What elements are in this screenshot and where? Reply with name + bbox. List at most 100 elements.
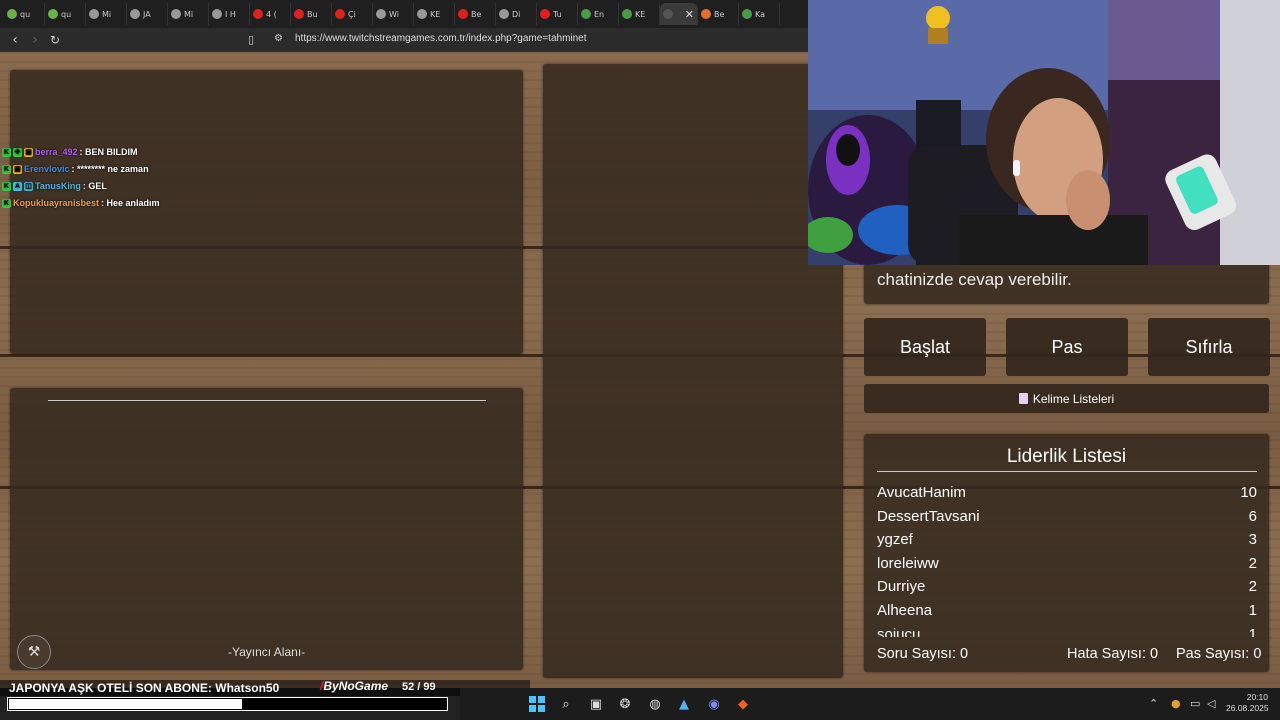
browser-tab[interactable]: I H	[209, 3, 250, 25]
tab-label: Wi	[389, 9, 399, 19]
player-score: 3	[1248, 531, 1257, 549]
tab-favicon-icon	[130, 9, 140, 19]
tab-favicon-icon	[540, 9, 550, 19]
player-name: Durriye	[877, 578, 926, 596]
windows-start-icon[interactable]	[528, 695, 546, 713]
word-lists-button[interactable]: Kelime Listeleri	[864, 384, 1269, 413]
player-score: 2	[1248, 554, 1257, 572]
gift-badge-icon: ◫	[24, 181, 33, 191]
tab-favicon-icon	[48, 9, 58, 19]
tab-favicon-icon	[294, 9, 304, 19]
kick-badge-icon: K	[2, 164, 11, 174]
browser-tab[interactable]: Be	[455, 3, 496, 25]
url-field[interactable]: https://www.twitchstreamgames.com.tr/ind…	[295, 33, 587, 44]
app-icon[interactable]: ◍	[646, 695, 664, 713]
leaderboard-row: soiucu 1	[877, 623, 1257, 637]
tab-favicon-icon	[701, 9, 711, 19]
reload-icon[interactable]: ↻	[45, 33, 65, 47]
tab-label: KE	[635, 9, 646, 19]
browser-tab[interactable]: Çi	[332, 3, 373, 25]
chat-text: : ******** ne zaman	[71, 164, 149, 174]
pass-count: Pas Sayısı: 0	[1176, 646, 1262, 662]
back-icon[interactable]: ‹	[5, 32, 25, 48]
browser-tab[interactable]: 4 (	[250, 3, 291, 25]
browser-tab[interactable]: qu	[4, 3, 45, 25]
browser-tab[interactable]: JA	[127, 3, 168, 25]
tab-label: Ka	[755, 9, 766, 19]
streamer-panel	[10, 388, 523, 670]
webcam-feed	[808, 0, 1280, 265]
browser-tab[interactable]: KE	[619, 3, 660, 25]
tab-label: Tu	[553, 9, 562, 19]
tab-favicon-icon	[499, 9, 509, 19]
browser-tab[interactable]: ✕	[660, 3, 698, 25]
system-clock[interactable]: 20:10 26.08.2025	[1226, 692, 1269, 714]
chevron-up-icon[interactable]: ⌃	[1149, 697, 1158, 710]
tab-favicon-icon	[7, 9, 17, 19]
goal-progress-bar	[7, 697, 448, 711]
player-score: 10	[1240, 484, 1257, 501]
pass-button[interactable]: Pas	[1006, 318, 1128, 376]
chat-username: berra_492	[35, 147, 78, 157]
browser-tab[interactable]: qu	[45, 3, 86, 25]
notepad-icon	[1018, 393, 1028, 404]
player-name: soiucu	[877, 625, 921, 637]
browser-tab[interactable]: Wi	[373, 3, 414, 25]
tab-favicon-icon	[458, 9, 468, 19]
leaderboard-row: DessertTavsani 6	[877, 505, 1257, 529]
browser-tab[interactable]: Ka	[739, 3, 780, 25]
tab-label: Mi	[184, 9, 194, 19]
browser-tab[interactable]: Mi	[168, 3, 209, 25]
tab-label: Bu	[307, 9, 318, 19]
player-name: AvucatHanim	[877, 484, 966, 501]
forward-icon[interactable]: ›	[25, 32, 45, 48]
reset-button[interactable]: Sıfırla	[1148, 318, 1270, 376]
player-score: 6	[1248, 507, 1257, 525]
address-bar: ‹ › ↻ ▯ ⚙ https://www.twitchstreamgames.…	[0, 28, 808, 52]
task-view-icon[interactable]: ▣	[587, 695, 605, 713]
volume-icon[interactable]: ◁	[1207, 697, 1215, 710]
tab-label: qu	[61, 9, 72, 19]
tab-label: qu	[20, 9, 31, 19]
streamer-area-label: -Yayıncı Alanı-	[228, 645, 306, 659]
hammer-icon[interactable]: ⚒	[17, 635, 51, 669]
plus-badge-icon: ✚	[13, 147, 22, 157]
leaderboard-row: Alheena 1	[877, 599, 1257, 623]
webcam-image	[808, 0, 1280, 265]
browser-tab[interactable]: Be	[698, 3, 739, 25]
tab-label: Be	[471, 9, 482, 19]
browser-tab[interactable]: En	[578, 3, 619, 25]
display-icon[interactable]: ▭	[1190, 697, 1200, 710]
tab-label: Di	[512, 9, 521, 19]
close-tab-icon[interactable]: ✕	[685, 8, 694, 21]
photos-icon[interactable]: ▲	[675, 695, 693, 713]
brand-name: ByNoGame	[323, 679, 389, 693]
leaderboard-title: Liderlik Listesi	[1006, 446, 1127, 467]
bookmark-icon[interactable]: ▯	[248, 33, 254, 46]
browser-tab[interactable]: Mi	[86, 3, 127, 25]
chat-text: : GEL	[82, 181, 107, 191]
chat-message: K A ◫ TanusKing : GEL	[2, 181, 107, 191]
player-name: ygzef	[877, 531, 913, 549]
browser-tab[interactable]: KE	[414, 3, 455, 25]
search-icon[interactable]: ⌕	[557, 695, 575, 713]
kick-badge-icon: K	[2, 181, 11, 191]
browser-tab[interactable]: Di	[496, 3, 537, 25]
tab-label: 4 (	[266, 9, 277, 19]
tab-favicon-icon	[212, 9, 222, 19]
brave-icon[interactable]: ◆	[734, 695, 752, 713]
tab-label: KE	[430, 9, 441, 19]
subscriber-badge-icon: A	[13, 181, 22, 191]
site-info-icon[interactable]: ⚙	[274, 33, 283, 44]
chatgpt-icon[interactable]: ❂	[616, 695, 634, 713]
player-score: 1	[1248, 625, 1257, 637]
discord-icon[interactable]: ◉	[705, 695, 723, 713]
browser-tab[interactable]: Bu	[291, 3, 332, 25]
tab-label: I H	[225, 9, 236, 19]
start-button[interactable]: Başlat	[864, 318, 986, 376]
microphone-icon[interactable]: ●	[1171, 697, 1181, 710]
browser-tab[interactable]: Tu	[537, 3, 578, 25]
player-name: Alheena	[877, 601, 933, 619]
tab-favicon-icon	[663, 9, 673, 19]
question-count: Soru Sayısı: 0	[877, 646, 969, 662]
